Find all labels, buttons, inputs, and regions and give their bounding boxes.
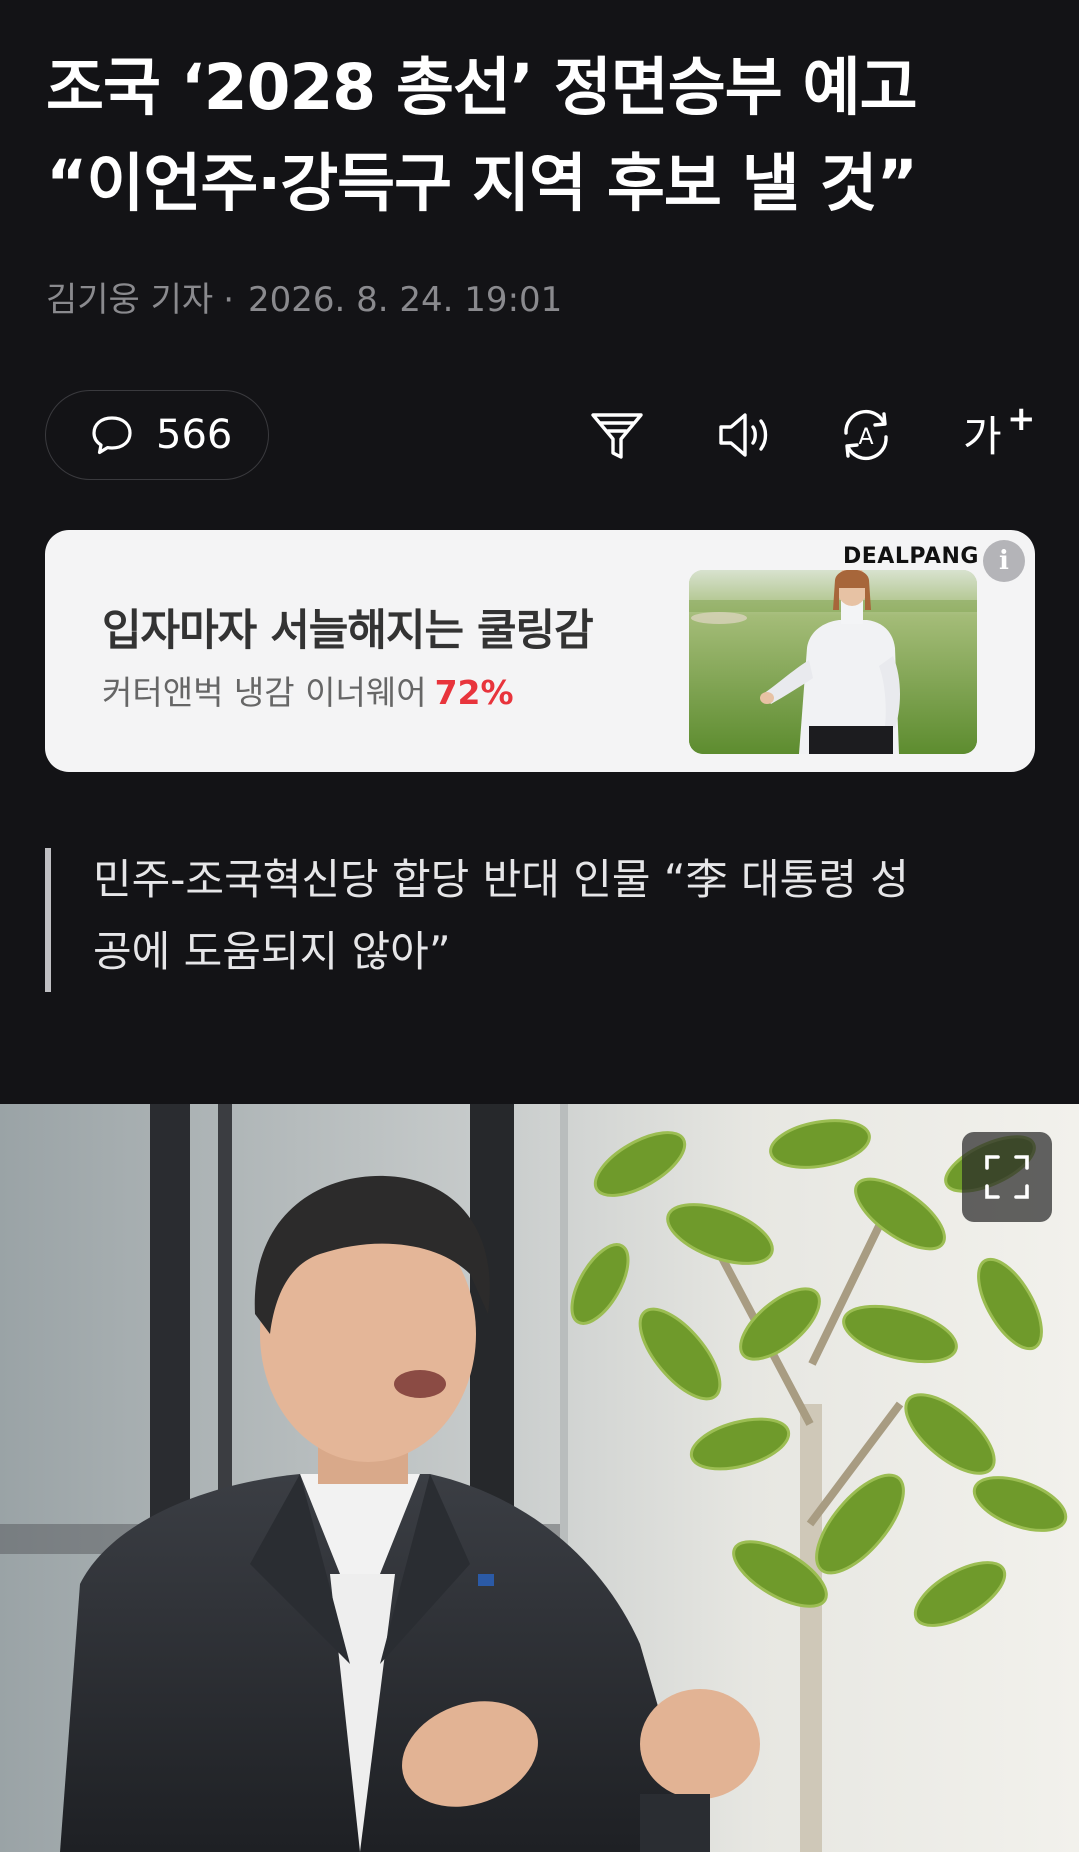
summary-filter-icon (591, 413, 643, 459)
ad-discount: 72% (434, 673, 514, 712)
article-page: 조국 ‘2028 총선’ 정면승부 예고 “이언주·강득구 지역 후보 낼 것”… (0, 0, 1079, 1852)
subheadline-line-1: 민주-조국혁신당 합당 반대 인물 “李 대통령 성 (93, 855, 909, 904)
headline-line-1: 조국 ‘2028 총선’ 정면승부 예고 (46, 51, 918, 124)
fullscreen-button[interactable] (962, 1132, 1052, 1222)
comments-button[interactable]: 566 (45, 390, 269, 480)
font-size-button[interactable]: 가 + (956, 399, 1036, 470)
article-headline: 조국 ‘2028 총선’ 정면승부 예고 “이언주·강득구 지역 후보 낼 것” (46, 40, 1046, 232)
font-size-icon: 가 + (961, 399, 1036, 465)
ad-brand-logo: DEALPANG (843, 544, 979, 569)
byline: 김기웅 기자 · 2026. 8. 24. 19:01 (46, 272, 562, 321)
headline-line-2: “이언주·강득구 지역 후보 낼 것” (46, 147, 918, 220)
ad-banner[interactable]: 입자마자 서늘해지는 쿨링감 커터앤벅 냉감 이너웨어 72% DEALPANG … (45, 530, 1035, 772)
subheadline-line-2: 공에 도움되지 않아” (93, 927, 451, 976)
ad-title: 입자마자 서늘해지는 쿨링감 (102, 606, 594, 656)
author-name[interactable]: 김기웅 기자 (46, 280, 213, 320)
speaker-icon (719, 413, 768, 457)
article-subheadline: 민주-조국혁신당 합당 반대 인물 “李 대통령 성 공에 도움되지 않아” (45, 848, 1045, 992)
publish-datetime: 2026. 8. 24. 19:01 (248, 280, 563, 320)
font-size-plus: + (1007, 399, 1036, 439)
summary-button[interactable] (582, 400, 652, 470)
byline-separator: · (223, 280, 235, 320)
ad-product: 커터앤벅 냉감 이너웨어 (102, 673, 427, 712)
expand-icon (985, 1155, 1029, 1199)
ad-model-illustration (689, 570, 977, 754)
article-photo[interactable] (0, 1104, 1079, 1852)
ad-product-image (689, 570, 977, 754)
ad-subtitle: 커터앤벅 냉감 이너웨어 72% (102, 666, 514, 714)
translate-button[interactable]: A (831, 400, 901, 470)
font-size-label: 가 (963, 412, 1002, 461)
translate-letter: A (858, 425, 873, 450)
read-aloud-button[interactable] (708, 400, 778, 470)
ad-info-icon[interactable]: i (983, 540, 1025, 582)
comment-icon (92, 416, 132, 455)
comment-count: 566 (156, 412, 233, 458)
article-photo-illustration (0, 1104, 1079, 1852)
translate-icon: A (844, 409, 888, 461)
